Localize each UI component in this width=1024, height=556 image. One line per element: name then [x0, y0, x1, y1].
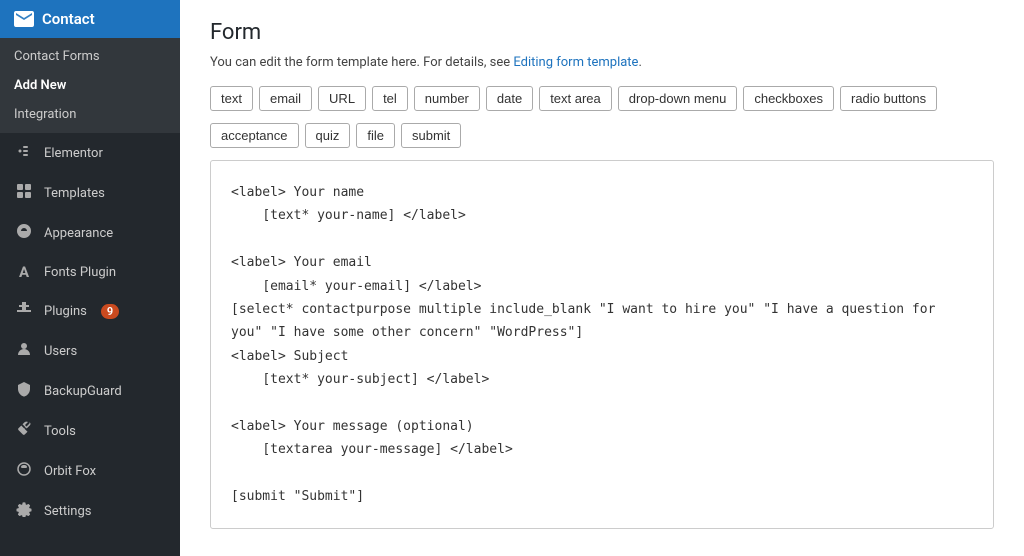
- sidebar-label-backupguard: BackupGuard: [44, 384, 122, 399]
- elementor-icon: [14, 143, 34, 163]
- tag-btn-email[interactable]: email: [259, 86, 312, 111]
- tag-btn-url[interactable]: URL: [318, 86, 366, 111]
- sidebar-item-tools[interactable]: Tools: [0, 411, 180, 451]
- tag-btn-number[interactable]: number: [414, 86, 480, 111]
- tag-buttons-row-2: acceptance quiz file submit: [210, 123, 994, 148]
- plugins-badge: 9: [101, 304, 119, 319]
- sidebar-item-elementor[interactable]: Elementor: [0, 133, 180, 173]
- form-editor[interactable]: <label> Your name [text* your-name] </la…: [210, 160, 994, 529]
- sidebar-label-elementor: Elementor: [44, 146, 103, 161]
- sidebar-item-appearance[interactable]: Appearance: [0, 213, 180, 253]
- appearance-icon: [14, 223, 34, 243]
- tag-btn-tel[interactable]: tel: [372, 86, 408, 111]
- tag-btn-quiz[interactable]: quiz: [305, 123, 351, 148]
- sidebar-item-fonts-plugin[interactable]: A Fonts Plugin: [0, 253, 180, 291]
- editing-form-template-link[interactable]: Editing form template: [513, 55, 638, 70]
- sidebar-item-contact-forms[interactable]: Contact Forms: [0, 42, 180, 71]
- tag-buttons-row: text email URL tel number date text area…: [210, 86, 994, 111]
- mail-icon: [14, 11, 34, 27]
- sidebar-label-settings: Settings: [44, 504, 91, 519]
- tag-btn-dropdown[interactable]: drop-down menu: [618, 86, 738, 111]
- sidebar-item-templates[interactable]: Templates: [0, 173, 180, 213]
- sidebar-label-plugins: Plugins: [44, 304, 87, 319]
- sidebar-item-backupguard[interactable]: BackupGuard: [0, 371, 180, 411]
- sidebar: Contact Contact Forms Add New Integratio…: [0, 0, 180, 556]
- form-description: You can edit the form template here. For…: [210, 55, 994, 70]
- sidebar-item-plugins[interactable]: Plugins 9: [0, 291, 180, 331]
- tools-icon: [14, 421, 34, 441]
- sidebar-label-fonts-plugin: Fonts Plugin: [44, 265, 116, 280]
- sidebar-label-users: Users: [44, 344, 77, 359]
- sidebar-header[interactable]: Contact: [0, 0, 180, 38]
- tag-btn-text[interactable]: text: [210, 86, 253, 111]
- tag-btn-submit[interactable]: submit: [401, 123, 461, 148]
- sidebar-item-users[interactable]: Users: [0, 331, 180, 371]
- tag-btn-acceptance[interactable]: acceptance: [210, 123, 299, 148]
- shield-icon: [14, 381, 34, 401]
- fox-icon: [14, 461, 34, 481]
- sidebar-label-orbit-fox: Orbit Fox: [44, 464, 96, 479]
- page-title: Form: [210, 20, 994, 45]
- tag-btn-radio[interactable]: radio buttons: [840, 86, 937, 111]
- sidebar-item-settings[interactable]: Settings: [0, 491, 180, 531]
- templates-icon: [14, 183, 34, 203]
- users-icon: [14, 341, 34, 361]
- plugins-icon: [14, 301, 34, 321]
- sidebar-label-appearance: Appearance: [44, 226, 113, 241]
- tag-btn-checkboxes[interactable]: checkboxes: [743, 86, 834, 111]
- tag-btn-file[interactable]: file: [356, 123, 395, 148]
- gear-icon: [14, 501, 34, 521]
- sidebar-item-orbit-fox[interactable]: Orbit Fox: [0, 451, 180, 491]
- sidebar-submenu: Contact Forms Add New Integration: [0, 38, 180, 133]
- tag-btn-date[interactable]: date: [486, 86, 533, 111]
- sidebar-item-add-new[interactable]: Add New: [0, 71, 180, 100]
- tag-btn-textarea[interactable]: text area: [539, 86, 612, 111]
- sidebar-label-templates: Templates: [44, 186, 105, 201]
- sidebar-header-title: Contact: [42, 10, 95, 28]
- main-content: Form You can edit the form template here…: [180, 0, 1024, 556]
- sidebar-item-integration[interactable]: Integration: [0, 100, 180, 129]
- sidebar-label-tools: Tools: [44, 424, 76, 439]
- fonts-icon: A: [14, 263, 34, 281]
